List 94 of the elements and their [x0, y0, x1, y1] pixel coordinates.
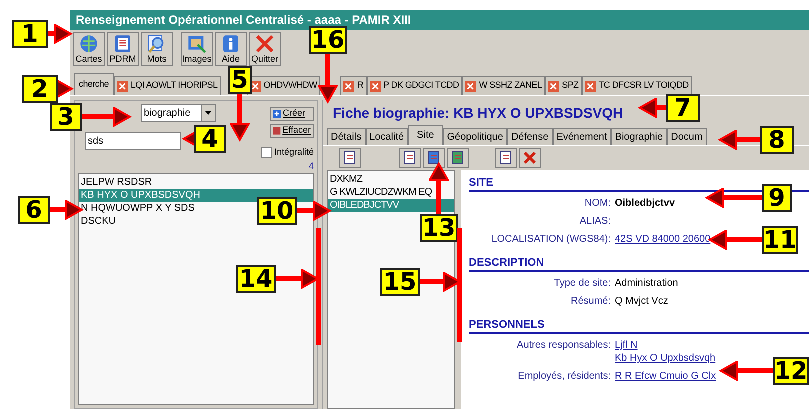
tab[interactable]: SPZ [545, 76, 582, 95]
field-value: Administration [615, 277, 678, 290]
callout-number: 12 [773, 357, 809, 385]
close-icon [370, 80, 381, 92]
toolbar-button[interactable] [495, 148, 517, 168]
field-value: Oibledbjctvv [615, 197, 676, 210]
close-icon [465, 80, 476, 92]
toolbar-button[interactable] [399, 148, 421, 168]
tab[interactable]: W SSHZ ZANEL [462, 76, 546, 95]
field-label: Employés, résidents: [517, 370, 611, 383]
result-count: 4 [308, 162, 314, 170]
section-heading: PERSONNELS [469, 318, 809, 334]
tab[interactable]: Evénement [552, 128, 612, 145]
callout-number: 8 [760, 126, 794, 154]
list-item[interactable]: DSCKU [79, 214, 118, 228]
callout-number: 10 [257, 197, 297, 225]
image-search-icon [187, 34, 207, 54]
callout-number: 6 [18, 196, 50, 224]
link[interactable]: R R Efcw Cmuio G Clx [615, 370, 716, 383]
checkbox[interactable] [261, 147, 272, 158]
close-icon [116, 80, 128, 92]
action-button[interactable]: Créer [270, 107, 314, 121]
caret-icon [205, 111, 212, 115]
link[interactable]: 42S VD 84000 20600 [615, 233, 711, 246]
list-item[interactable]: KB HYX O UPXBSDSVQH [79, 188, 313, 202]
document-icon [451, 151, 465, 165]
delete-icon [523, 151, 537, 165]
globe-icon [79, 34, 99, 54]
section-heading: DESCRIPTION [469, 256, 809, 272]
search-type-dropdown[interactable]: biographie [141, 104, 216, 122]
field-label: LOCALISATION (WGS84): [490, 233, 611, 246]
tab[interactable]: R [340, 76, 367, 95]
document-icon [499, 151, 513, 165]
list-item[interactable]: G KWLZIUCDZWKM EQ [328, 186, 434, 199]
field-label: ALIAS: [578, 215, 611, 228]
tab[interactable]: P DK GDGCI TCDD [366, 76, 462, 95]
toolbar-button[interactable]: Mots [141, 32, 173, 66]
record-title: Fiche biographie: KB HYX O UPXBSDSVQH [333, 104, 624, 123]
close-icon [343, 80, 354, 92]
callout-number: 14 [236, 265, 276, 293]
close-icon [255, 34, 275, 54]
tab[interactable]: TC DFCSR LV TOIQDD [582, 76, 692, 95]
link[interactable]: Ljfl N [615, 339, 716, 352]
field-label: Autres responsables: [516, 339, 611, 353]
list-item[interactable]: DXKMZ [328, 173, 364, 186]
tab[interactable]: Géopolitique [443, 128, 508, 145]
callout-number: 7 [666, 94, 700, 122]
callout-number: 2 [22, 75, 58, 103]
document-list-icon [113, 34, 133, 54]
toolbar-button[interactable]: Images [181, 32, 213, 66]
callout-number: 5 [228, 66, 252, 94]
field-label: NOM: [584, 197, 611, 210]
toolbar-button[interactable] [339, 148, 361, 168]
toolbar-button[interactable]: Cartes [73, 32, 105, 66]
field-label: Type de site: [553, 277, 611, 290]
list-item[interactable]: N HQWUOWPP X Y SDS [79, 202, 197, 214]
tab[interactable]: Biographie [611, 128, 668, 145]
tab[interactable]: cherche [74, 73, 114, 95]
callout-number: 3 [50, 103, 82, 131]
document-icon [343, 151, 357, 165]
list-item[interactable]: OIBLEDBJCTVV [328, 199, 454, 212]
toolbar-button[interactable] [423, 148, 445, 168]
checkbox-label: Intégralité [274, 146, 314, 159]
toolbar-button[interactable]: PDRM [107, 32, 139, 66]
close-icon [548, 80, 560, 92]
document-icon [403, 151, 417, 165]
tab[interactable]: LQI AOWLT IHORIPSL [114, 76, 221, 95]
list-item[interactable]: JELPW RSDSR [79, 176, 154, 188]
toolbar-button[interactable] [447, 148, 469, 168]
document-icon [427, 151, 441, 165]
callout-number: 11 [762, 226, 798, 254]
link[interactable]: Kb Hyx O Upxbsdsvqh [615, 352, 716, 365]
window-title: Renseignement Opérationnel Centralisé - aaaa - PAMIR XIII [70, 10, 809, 30]
field-label: Résumé: [570, 295, 611, 308]
tab[interactable]: Docum [667, 128, 707, 145]
tab[interactable]: OHDVWHDW [246, 76, 320, 95]
tab[interactable]: Site [408, 125, 444, 145]
search-field[interactable]: sds [85, 132, 181, 150]
field-value: Q Mvjct Vcz [615, 295, 668, 308]
tab[interactable]: Détails [327, 128, 366, 145]
info-icon [221, 34, 241, 54]
tab[interactable]: Localité [366, 128, 408, 145]
delete-button[interactable] [519, 148, 541, 168]
tab[interactable]: Défense [507, 128, 553, 145]
toolbar-button[interactable]: Aide [215, 32, 247, 66]
toolbar-button[interactable]: Quitter [249, 32, 281, 66]
callout-number: 13 [420, 214, 458, 242]
callout-number: 4 [194, 125, 226, 153]
plus-icon [273, 110, 281, 118]
callout-number: 16 [309, 26, 347, 54]
callout-number: 15 [380, 268, 420, 296]
callout-number: 1 [12, 20, 48, 48]
close-icon [584, 80, 596, 92]
action-button[interactable]: Effacer [270, 124, 314, 138]
